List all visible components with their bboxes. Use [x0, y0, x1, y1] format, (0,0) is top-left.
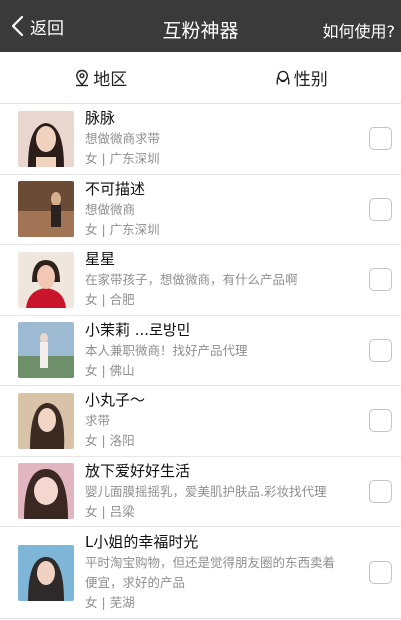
user-name: 星星 [85, 250, 116, 269]
avatar [18, 322, 74, 379]
user-description: 想做微商求带 [85, 131, 161, 147]
avatar [18, 251, 74, 308]
back-button[interactable]: 返回 [8, 0, 64, 52]
list-item[interactable]: 小茉莉 ...로방민 本人兼职微商！找好产品代理 女 | 佛山 [0, 316, 401, 386]
user-location: 女 | 吕梁 [85, 503, 135, 519]
back-label: 返回 [30, 18, 64, 39]
region-filter-label: 地区 [93, 70, 128, 90]
select-checkbox[interactable] [369, 561, 392, 584]
user-name: L小姐的幸福时光 [85, 533, 199, 551]
chevron-left-icon [11, 15, 24, 37]
help-button[interactable]: 如何使用? [323, 18, 396, 42]
user-location: 女 | 芜湖 [85, 595, 135, 610]
user-location: 女 | 广东深圳 [85, 221, 160, 237]
list-item[interactable]: L小姐的幸福时光 平时淘宝购物，但还是觉得朋友圈的东西卖着便宜，求好的产品 女 … [0, 527, 401, 619]
user-name: 放下爱好好生活 [85, 461, 191, 480]
gender-filter-label: 性别 [293, 70, 328, 90]
user-name: 不可描述 [85, 179, 146, 198]
gender-icon [276, 70, 290, 85]
list-item[interactable]: 小丸子～ 求带 女 | 洛阳 [0, 386, 401, 457]
gender-filter[interactable]: 性别 [201, 52, 401, 103]
nav-bar: 返回 互粉神器 如何使用? [0, 0, 401, 52]
user-description: 平时淘宝购物，但还是觉得朋友圈的东西卖着便宜，求好的产品 [85, 555, 336, 590]
region-filter[interactable]: 地区 [0, 52, 201, 103]
user-name: 脉脉 [85, 109, 116, 128]
user-location: 女 | 洛阳 [85, 433, 135, 449]
select-checkbox[interactable] [369, 127, 392, 151]
select-checkbox[interactable] [369, 409, 392, 433]
location-pin-icon [76, 69, 89, 86]
user-name: 小茉莉 ...로방민 [85, 320, 191, 339]
user-description: 婴儿面膜摇摇乳，爱美肌护肤品.彩妆找代理 [85, 483, 327, 499]
user-description: 求带 [85, 413, 111, 429]
user-location: 女 | 合肥 [85, 292, 135, 308]
list-item[interactable]: 不可描述 想做微商 女 | 广东深圳 [0, 175, 401, 245]
user-description: 本人兼职微商！找好产品代理 [85, 342, 248, 358]
avatar [18, 392, 74, 449]
avatar [18, 544, 74, 601]
select-checkbox[interactable] [369, 268, 392, 292]
list-item[interactable]: 星星 在家带孩子，想做微商，有什么产品啊 女 | 合肥 [0, 245, 401, 316]
select-checkbox[interactable] [369, 479, 392, 503]
filter-bar: 地区 性别 [0, 52, 401, 104]
avatar [18, 110, 74, 167]
list-item[interactable]: 放下爱好好生活 婴儿面膜摇摇乳，爱美肌护肤品.彩妆找代理 女 | 吕梁 [0, 457, 401, 527]
select-checkbox[interactable] [369, 338, 392, 362]
user-description: 在家带孩子，想做微商，有什么产品啊 [85, 272, 298, 288]
user-list: 脉脉 想做微商求带 女 | 广东深圳 不可描述 想做微商 女 | 广东深圳 星星… [0, 104, 401, 619]
avatar [18, 181, 74, 238]
user-description: 想做微商 [85, 201, 136, 217]
user-location: 女 | 佛山 [85, 362, 135, 378]
user-name: 小丸子～ [85, 391, 146, 410]
user-location: 女 | 广东深圳 [85, 151, 160, 167]
list-item[interactable]: 脉脉 想做微商求带 女 | 广东深圳 [0, 104, 401, 175]
select-checkbox[interactable] [369, 197, 392, 221]
avatar [18, 463, 74, 520]
